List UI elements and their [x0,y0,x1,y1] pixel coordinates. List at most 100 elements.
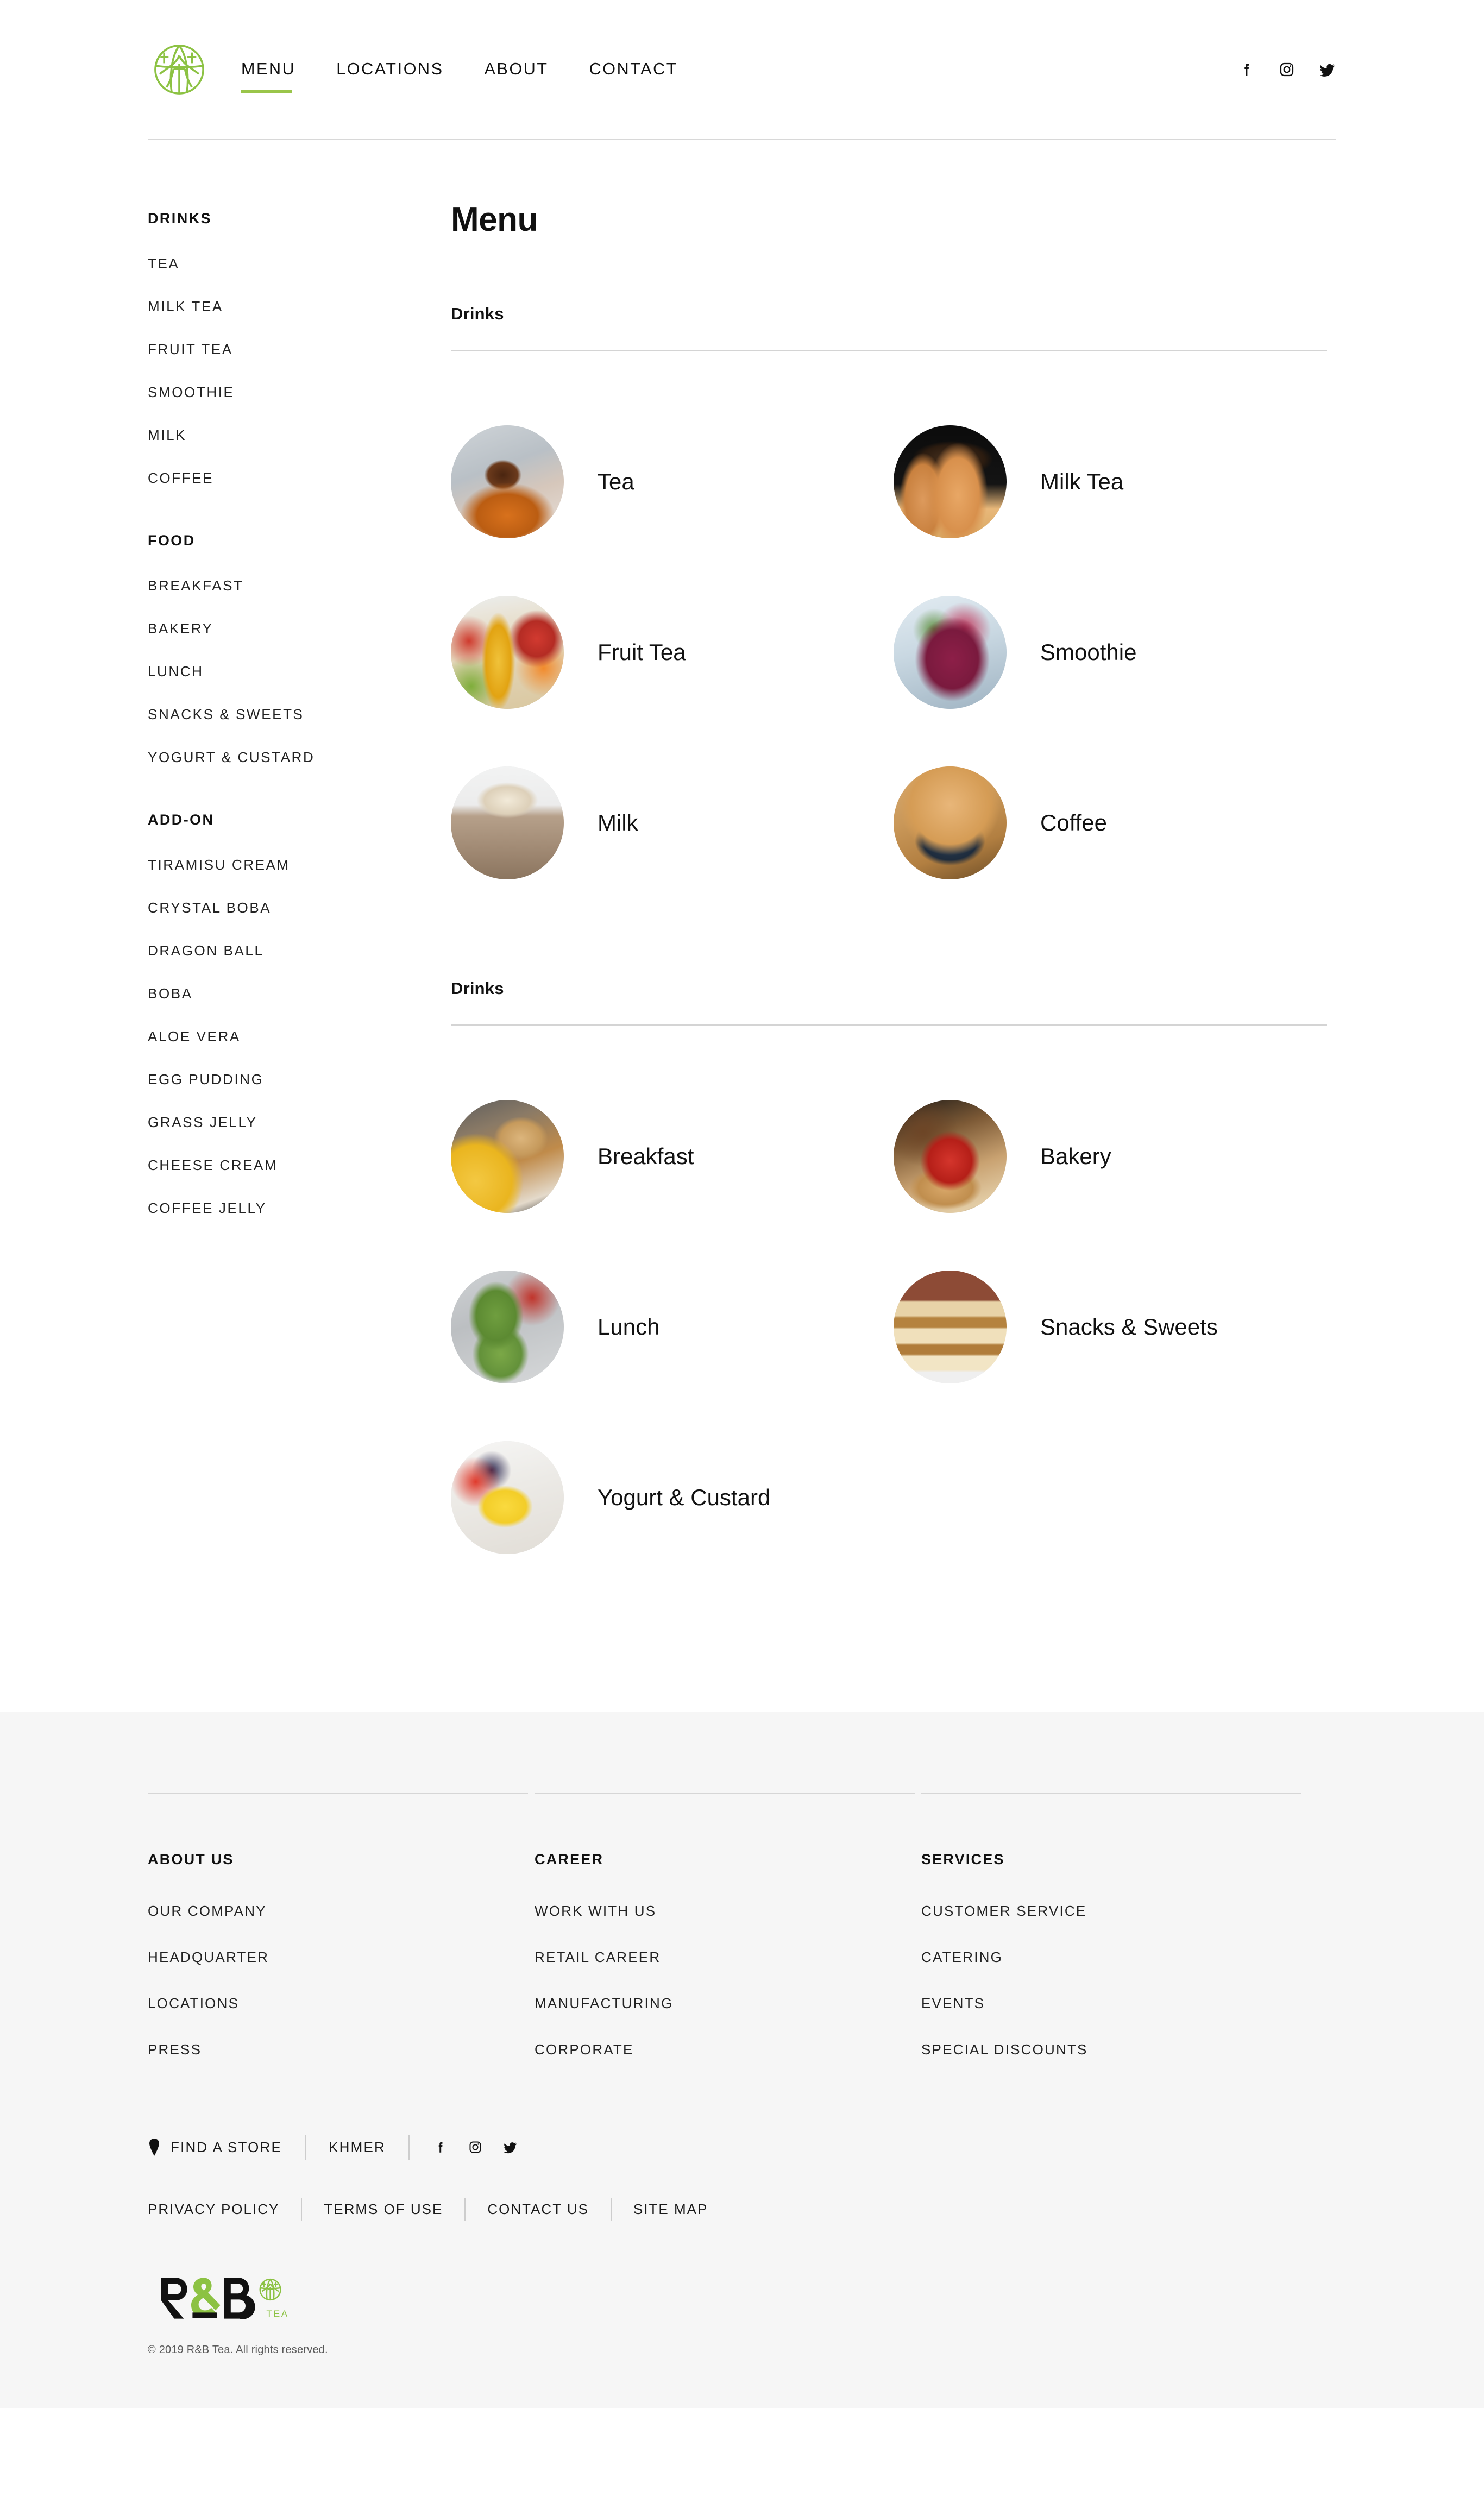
thumbnail-tea [451,425,564,538]
menu-grid-food: Breakfast Bakery Lunch Snacks & Sweets Y… [451,1072,1336,1584]
sidebar-item-lunch[interactable]: LUNCH [148,663,447,680]
footer-link-corporate[interactable]: CORPORATE [535,2041,875,2058]
footer-link-customer-service[interactable]: CUSTOMER SERVICE [921,1903,1261,1920]
legal-link-site-map[interactable]: SITE MAP [633,2201,708,2218]
legal-link-privacy-policy[interactable]: PRIVACY POLICY [148,2201,279,2218]
menu-card-bakery[interactable]: Bakery [894,1072,1336,1241]
footer-link-catering[interactable]: CATERING [921,1949,1261,1966]
utility-separator [305,2135,306,2160]
menu-card-lunch[interactable]: Lunch [451,1243,894,1411]
menu-card-label: Bakery [1040,1143,1111,1169]
sidebar-item-cheese-cream[interactable]: CHEESE CREAM [148,1157,447,1174]
sidebar-item-grass-jelly[interactable]: GRASS JELLY [148,1114,447,1131]
menu-section-drinks: Drinks Tea Milk Tea Fruit Tea Smoothie M… [451,304,1336,909]
sidebar-item-bakery[interactable]: BAKERY [148,620,447,637]
instagram-icon[interactable] [467,2139,483,2155]
twitter-icon[interactable] [1318,60,1336,79]
sidebar-item-tiramisu-cream[interactable]: TIRAMISU CREAM [148,857,447,873]
nav-item-menu[interactable]: MENU [241,60,295,93]
sidebar-item-coffee[interactable]: COFFEE [148,470,447,487]
thumbnail-lunch [451,1271,564,1383]
sidebar-group-title-food: FOOD [148,532,196,549]
footer-utility-bar: FIND A STORE KHMER [148,2133,1336,2161]
menu-card-label: Breakfast [598,1143,694,1169]
location-pin-icon [148,2138,162,2156]
sidebar-item-coffee-jelly[interactable]: COFFEE JELLY [148,1200,447,1217]
rb-tea-wordmark-icon: TEA [161,2278,288,2319]
menu-card-label: Yogurt & Custard [598,1485,771,1511]
sidebar-item-dragon-ball[interactable]: DRAGON BALL [148,942,447,959]
legal-separator [610,2198,612,2221]
sidebar-item-milk[interactable]: MILK [148,427,447,444]
sidebar-group-addon: ADD-ON TIRAMISU CREAM CRYSTAL BOBA DRAGO… [148,812,447,1217]
menu-card-label: Coffee [1040,810,1107,836]
facebook-icon[interactable] [1237,60,1256,79]
category-sidebar: DRINKS TEA MILK TEA FRUIT TEA SMOOTHIE M… [148,200,447,1243]
sidebar-item-milk-tea[interactable]: MILK TEA [148,298,447,315]
menu-card-label: Tea [598,469,634,495]
footer-link-press[interactable]: PRESS [148,2041,488,2058]
menu-card-snacks-sweets[interactable]: Snacks & Sweets [894,1243,1336,1411]
menu-card-label: Fruit Tea [598,639,686,665]
nav-item-contact[interactable]: CONTACT [589,60,678,79]
utility-separator [408,2135,410,2160]
menu-card-tea[interactable]: Tea [451,398,894,566]
section-heading-drinks: Drinks [451,304,504,323]
footer-column-title-about-us: ABOUT US [148,1851,234,1867]
menu-card-milk-tea[interactable]: Milk Tea [894,398,1336,566]
menu-card-breakfast[interactable]: Breakfast [451,1072,894,1241]
rb-tea-circular-logo-icon[interactable] [148,38,211,101]
site-footer: ABOUT US OUR COMPANY HEADQUARTER LOCATIO… [0,1712,1484,2408]
sidebar-item-crystal-boba[interactable]: CRYSTAL BOBA [148,900,447,916]
sidebar-item-breakfast[interactable]: BREAKFAST [148,577,447,594]
sidebar-item-boba[interactable]: BOBA [148,985,447,1002]
menu-card-coffee[interactable]: Coffee [894,739,1336,907]
footer-link-special-discounts[interactable]: SPECIAL DISCOUNTS [921,2041,1261,2058]
legal-link-terms-of-use[interactable]: TERMS OF USE [324,2201,443,2218]
sidebar-item-aloe-vera[interactable]: ALOE VERA [148,1028,447,1045]
nav-item-locations[interactable]: LOCATIONS [336,60,443,79]
menu-card-label: Milk [598,810,638,836]
sidebar-item-smoothie[interactable]: SMOOTHIE [148,384,447,401]
legal-link-contact-us[interactable]: CONTACT US [487,2201,589,2218]
brand-tea-label: TEA [266,2308,288,2319]
thumbnail-coffee [894,766,1007,879]
menu-card-label: Snacks & Sweets [1040,1314,1218,1340]
footer-column-divider [921,1793,1301,1794]
menu-card-yogurt-custard[interactable]: Yogurt & Custard [451,1413,894,1582]
twitter-icon[interactable] [502,2139,518,2155]
footer-brand-lockup[interactable]: TEA [148,2274,1336,2322]
footer-link-headquarter[interactable]: HEADQUARTER [148,1949,488,1966]
menu-card-label: Smoothie [1040,639,1137,665]
thumbnail-smoothie [894,596,1007,709]
page-title: Menu [451,201,538,238]
sidebar-group-title-drinks: DRINKS [148,210,212,227]
find-a-store-link[interactable]: FIND A STORE [171,2139,282,2156]
footer-link-our-company[interactable]: OUR COMPANY [148,1903,488,1920]
sidebar-item-tea[interactable]: TEA [148,255,447,272]
nav-item-about[interactable]: ABOUT [485,60,549,79]
instagram-icon[interactable] [1278,60,1296,79]
section-divider [451,350,1327,351]
footer-columns: ABOUT US OUR COMPANY HEADQUARTER LOCATIO… [148,1793,1336,2087]
menu-card-milk[interactable]: Milk [451,739,894,907]
footer-link-locations[interactable]: LOCATIONS [148,1995,488,2012]
primary-navigation: MENU LOCATIONS ABOUT CONTACT [241,60,678,93]
footer-link-retail-career[interactable]: RETAIL CAREER [535,1949,875,1966]
sidebar-item-yogurt-custard[interactable]: YOGURT & CUSTARD [148,749,447,766]
footer-link-manufacturing[interactable]: MANUFACTURING [535,1995,875,2012]
sidebar-item-snacks-sweets[interactable]: SNACKS & SWEETS [148,706,447,723]
menu-card-fruit-tea[interactable]: Fruit Tea [451,568,894,737]
thumbnail-milk-tea [894,425,1007,538]
facebook-icon[interactable] [432,2139,449,2155]
page-root: MENU LOCATIONS ABOUT CONTACT DRINKS TEA … [0,0,1484,2503]
footer-link-work-with-us[interactable]: WORK WITH US [535,1903,875,1920]
footer-link-events[interactable]: EVENTS [921,1995,1261,2012]
menu-section-food: Drinks Breakfast Bakery Lunch Snacks & S… [451,979,1336,1584]
language-switch-khmer[interactable]: KHMER [329,2139,386,2156]
sidebar-item-fruit-tea[interactable]: FRUIT TEA [148,341,447,358]
menu-card-smoothie[interactable]: Smoothie [894,568,1336,737]
thumbnail-yogurt-custard [451,1441,564,1554]
thumbnail-fruit-tea [451,596,564,709]
sidebar-item-egg-pudding[interactable]: EGG PUDDING [148,1071,447,1088]
